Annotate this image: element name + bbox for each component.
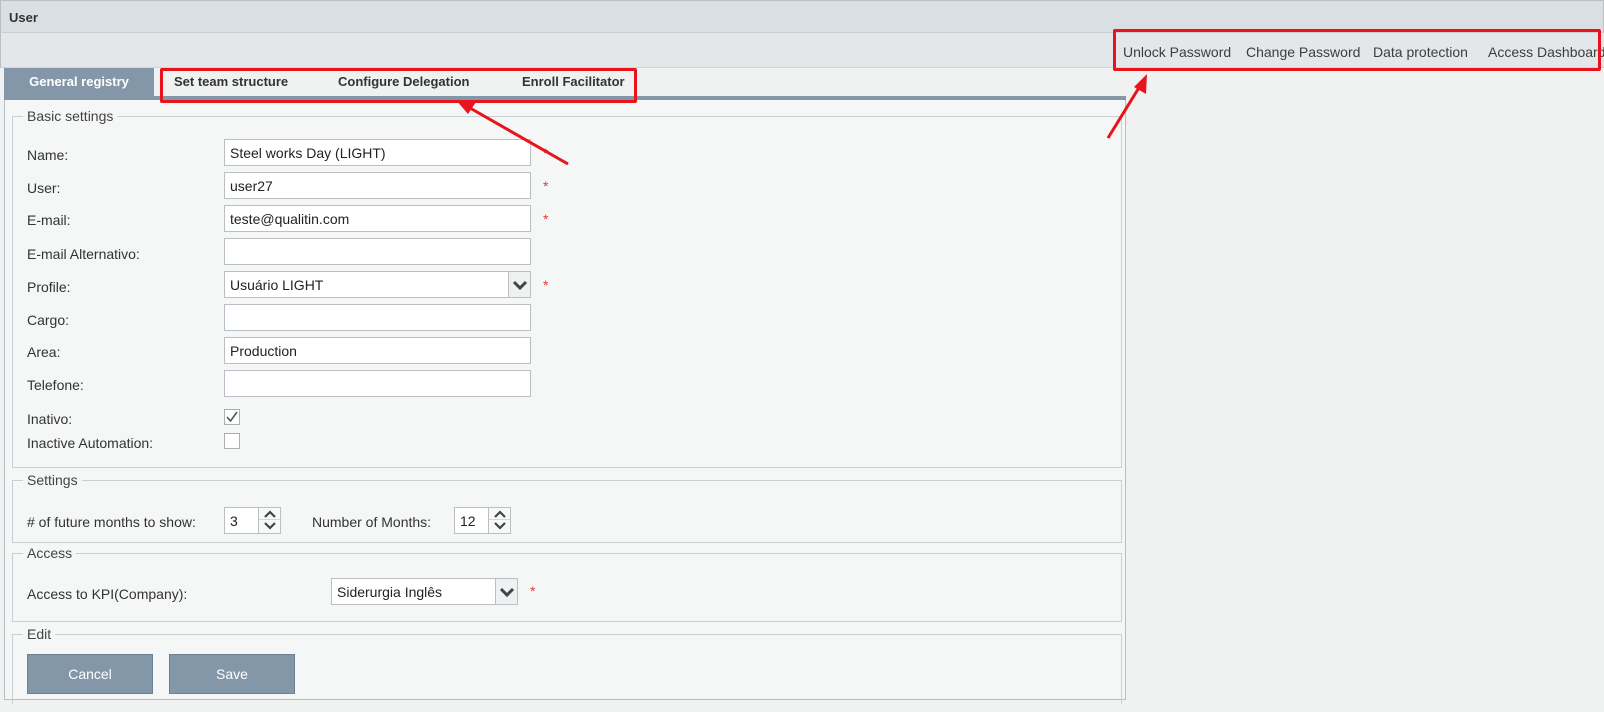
number-months-stepper-buttons: [488, 508, 510, 533]
increment-button[interactable]: [259, 508, 280, 520]
unlock-password-link[interactable]: Unlock Password: [1123, 44, 1231, 60]
user-required-mark: *: [543, 178, 549, 194]
area-label: Area:: [27, 344, 61, 360]
tab-strip: General registry Set team structure Conf…: [4, 68, 1126, 100]
checkmark-icon: [226, 411, 238, 423]
future-months-label: # of future months to show:: [27, 514, 196, 530]
chevron-down-icon: [493, 522, 506, 530]
name-label: Name:: [27, 147, 69, 163]
tab-enroll-facilitator[interactable]: Enroll Facilitator: [522, 68, 625, 96]
kpi-company-dropdown-button[interactable]: [495, 579, 517, 604]
basic-settings-group: Basic settings Name: * User: * E-mail: *…: [12, 108, 1122, 468]
user-window: User Unlock Password Change Password Dat…: [0, 0, 1604, 712]
action-bar: Unlock Password Change Password Data pro…: [0, 33, 1604, 68]
chevron-up-icon: [263, 509, 276, 518]
number-months-value: 12: [460, 513, 476, 529]
email-required-mark: *: [543, 211, 549, 227]
name-field[interactable]: [224, 139, 531, 166]
inactive-automation-label: Inactive Automation:: [27, 435, 154, 451]
email-label: E-mail:: [27, 212, 71, 228]
data-protection-link[interactable]: Data protection: [1373, 44, 1468, 60]
inativo-label: Inativo:: [27, 411, 73, 427]
name-required-mark: *: [543, 145, 549, 161]
inativo-checkbox[interactable]: [224, 409, 240, 425]
window-title: User: [9, 10, 38, 25]
chevron-up-icon: [493, 509, 506, 518]
inactive-automation-checkbox[interactable]: [224, 433, 240, 449]
increment-button[interactable]: [489, 508, 510, 520]
profile-select[interactable]: Usuário LIGHT: [224, 271, 531, 298]
tab-general-registry[interactable]: General registry: [4, 68, 154, 96]
access-dashboard-link[interactable]: Access Dashboard: [1488, 44, 1604, 60]
edit-legend: Edit: [23, 626, 56, 642]
basic-settings-legend: Basic settings: [23, 108, 118, 124]
main-panel: Basic settings Name: * User: * E-mail: *…: [4, 100, 1126, 704]
number-months-stepper[interactable]: 12: [454, 507, 511, 534]
kpi-company-value: Siderurgia Inglês: [337, 584, 443, 600]
tab-configure-delegation[interactable]: Configure Delegation: [338, 68, 469, 96]
telefone-label: Telefone:: [27, 377, 84, 393]
save-button[interactable]: Save: [169, 654, 295, 694]
area-field[interactable]: [224, 337, 531, 364]
email-alt-label: E-mail Alternativo:: [27, 246, 140, 262]
cancel-button[interactable]: Cancel: [27, 654, 153, 694]
future-months-value: 3: [230, 513, 238, 529]
profile-value: Usuário LIGHT: [230, 277, 324, 293]
profile-dropdown-button[interactable]: [508, 272, 530, 297]
decrement-button[interactable]: [489, 520, 510, 532]
access-legend: Access: [23, 545, 77, 561]
future-months-stepper[interactable]: 3: [224, 507, 281, 534]
future-months-stepper-buttons: [258, 508, 280, 533]
change-password-link[interactable]: Change Password: [1246, 44, 1360, 60]
user-field[interactable]: [224, 172, 531, 199]
kpi-required-mark: *: [530, 583, 536, 599]
number-months-label: Number of Months:: [312, 514, 432, 530]
kpi-company-select[interactable]: Siderurgia Inglês: [331, 578, 518, 605]
edit-group: Edit Cancel Save: [12, 626, 1122, 704]
window-titlebar: User: [0, 0, 1604, 33]
settings-group: Settings # of future months to show: 3 N…: [12, 472, 1122, 543]
tab-set-team-structure[interactable]: Set team structure: [174, 68, 288, 96]
profile-label: Profile:: [27, 279, 71, 295]
email-alt-field[interactable]: [224, 238, 531, 265]
decrement-button[interactable]: [259, 520, 280, 532]
profile-required-mark: *: [543, 277, 549, 293]
chevron-down-icon: [499, 587, 515, 598]
chevron-down-icon: [512, 280, 528, 291]
settings-legend: Settings: [23, 472, 82, 488]
chevron-down-icon: [263, 522, 276, 530]
telefone-field[interactable]: [224, 370, 531, 397]
user-label: User:: [27, 180, 61, 196]
email-field[interactable]: [224, 205, 531, 232]
access-group: Access Access to KPI(Company): Siderurgi…: [12, 545, 1122, 622]
kpi-access-label: Access to KPI(Company):: [27, 586, 188, 602]
cargo-field[interactable]: [224, 304, 531, 331]
cargo-label: Cargo:: [27, 312, 70, 328]
